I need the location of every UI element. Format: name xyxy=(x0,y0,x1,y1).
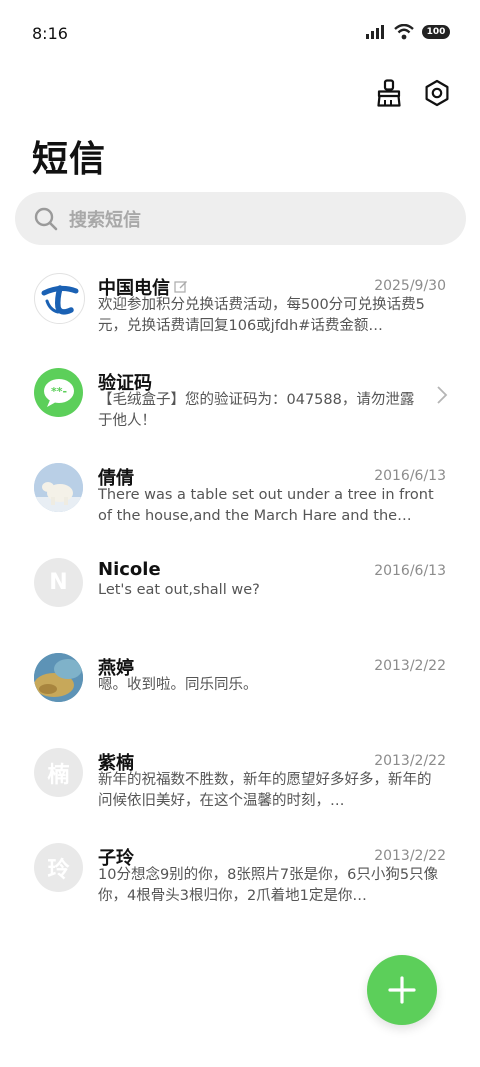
battery-level: 100 xyxy=(426,27,446,37)
message-date: 2013/2/22 xyxy=(374,658,446,674)
search-icon xyxy=(34,207,58,230)
conversation-item[interactable]: N Nicole 2016/6/13 Let's eat out,shall w… xyxy=(0,547,480,642)
message-date: 2025/9/30 xyxy=(374,278,446,294)
conversation-item[interactable]: 中国电信 2025/9/30 欢迎参加积分兑换话费活动，每500分可兑换话费5元… xyxy=(0,262,480,357)
china-telecom-logo xyxy=(34,273,85,324)
initial-avatar: 楠 xyxy=(34,748,83,797)
telecom-logo-icon xyxy=(41,284,78,315)
polar-bear-image xyxy=(34,463,83,512)
conversation-item[interactable]: **- 验证码 【毛绒盒子】您的验证码为：047588，请勿泄露于他人！ xyxy=(0,357,480,452)
clean-button[interactable] xyxy=(374,78,404,108)
toolbar xyxy=(374,78,452,108)
message-preview: 新年的祝福数不胜数，新年的愿望好多好多，新年的问候依旧美好，在这个温馨的时刻，… xyxy=(98,772,432,809)
page-title: 短信 xyxy=(32,139,107,180)
conversation-item[interactable]: 燕婷 2013/2/22 嗯。收到啦。同乐同乐。 xyxy=(0,642,480,737)
settings-button[interactable] xyxy=(422,78,452,108)
message-preview: 欢迎参加积分兑换话费活动，每500分可兑换话费5元，兑换话费请回复106或jfd… xyxy=(98,297,425,334)
conversation-list: 中国电信 2025/9/30 欢迎参加积分兑换话费活动，每500分可兑换话费5元… xyxy=(0,262,480,927)
message-preview: 【毛绒盒子】您的验证码为：047588，请勿泄露于他人！ xyxy=(98,392,415,429)
conversation-item[interactable]: 楠 紫楠 2013/2/22 新年的祝福数不胜数，新年的愿望好多好多，新年的问候… xyxy=(0,737,480,832)
status-bar: 8:16 100 xyxy=(0,0,480,66)
contact-name: Nicole xyxy=(98,559,161,580)
conversation-item[interactable]: 玲 子玲 2013/2/22 10分想念9别的你，8张照片7张是你，6只小狗5只… xyxy=(0,832,480,927)
message-date: 2016/6/13 xyxy=(374,563,446,579)
edit-icon xyxy=(174,281,187,293)
status-time: 8:16 xyxy=(32,24,68,43)
message-preview: 10分想念9别的你，8张照片7张是你，6只小狗5只像你，4根骨头3根归你，2爪着… xyxy=(98,867,439,904)
broom-icon xyxy=(377,79,401,107)
polar-bear-avatar xyxy=(34,463,83,512)
message-date: 2013/2/22 xyxy=(374,848,446,864)
message-preview: Let's eat out,shall we? xyxy=(98,582,260,598)
wifi-icon xyxy=(394,24,414,40)
message-date: 2013/2/22 xyxy=(374,753,446,769)
conversation-item[interactable]: 倩倩 2016/6/13 There was a table set out u… xyxy=(0,452,480,547)
chevron-right-icon[interactable] xyxy=(436,385,448,405)
chat-bubble-icon: **- xyxy=(43,378,74,407)
photo-avatar xyxy=(34,653,83,702)
svg-text:**-: **- xyxy=(50,385,66,398)
search-bar[interactable]: 搜索短信 xyxy=(15,192,466,245)
settings-icon xyxy=(425,79,449,107)
signal-icon xyxy=(366,25,384,39)
message-preview: There was a table set out under a tree i… xyxy=(98,487,434,524)
system-icons: 100 xyxy=(366,24,450,40)
new-message-button[interactable] xyxy=(367,955,437,1025)
plus-icon xyxy=(388,976,416,1004)
search-placeholder: 搜索短信 xyxy=(69,209,141,231)
initial-avatar: 玲 xyxy=(34,843,83,892)
landscape-image xyxy=(34,653,83,702)
message-bubble-avatar: **- xyxy=(34,368,83,417)
battery-icon: 100 xyxy=(422,25,450,39)
message-preview: 嗯。收到啦。同乐同乐。 xyxy=(98,677,258,693)
initial-avatar: N xyxy=(34,558,83,607)
message-date: 2016/6/13 xyxy=(374,468,446,484)
